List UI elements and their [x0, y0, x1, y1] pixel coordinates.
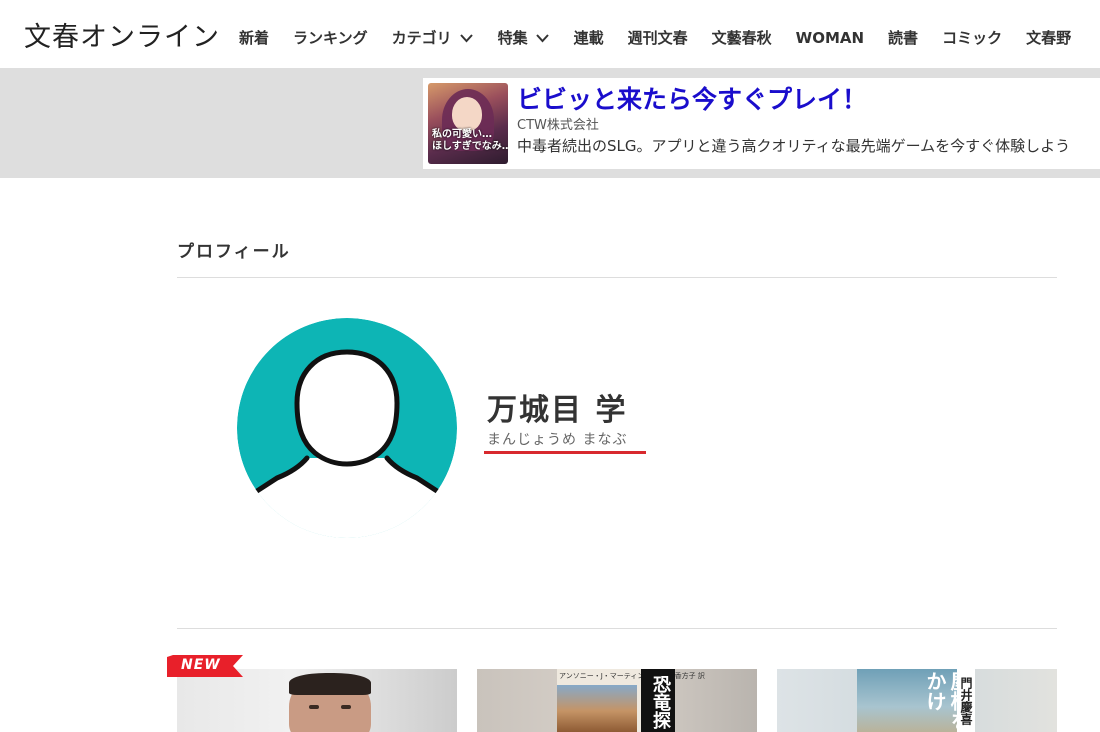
section-title: プロフィール	[177, 242, 291, 262]
nav-item-new[interactable]: 新着	[239, 27, 269, 48]
article-card[interactable]: アンソニー・J・マーティン 著 野中香方子 訳 恐竜探	[477, 669, 757, 732]
book-cover-credit: アンソニー・J・マーティン 著 野中香方子 訳	[559, 672, 705, 680]
article-card[interactable]: 屋根をかけ 門井慶喜	[777, 669, 1057, 732]
ad-thumbnail-image[interactable]: 私の可愛い… ほしすぎでなみ…	[428, 83, 508, 164]
nav-item-label: コミック	[942, 29, 1003, 47]
nav-item-label: 週刊文春	[627, 29, 688, 47]
article-thumbnail-eye	[341, 705, 351, 709]
nav-item-label: WOMAN	[795, 28, 865, 47]
nav-item-label: ランキング	[293, 29, 368, 47]
ad-banner[interactable]: 私の可愛い… ほしすぎでなみ… ビビッと来たら今すぐプレイ！ CTW株式会社 中…	[423, 78, 1100, 169]
ad-title-link[interactable]: ビビッと来たら今すぐプレイ！	[517, 80, 867, 116]
ad-band: 私の可愛い… ほしすぎでなみ… ビビッと来たら今すぐプレイ！ CTW株式会社 中…	[0, 68, 1100, 178]
ad-thumbnail-face	[452, 97, 482, 131]
nav-item-label: 連載	[573, 29, 604, 47]
book-cover-author: 門井慶喜	[957, 669, 975, 732]
chevron-down-icon	[535, 30, 550, 45]
nav-item-label: カテゴリ	[391, 29, 452, 47]
new-badge-label: NEW	[181, 657, 221, 673]
nav-item-label: 特集	[497, 29, 528, 47]
chevron-down-icon	[459, 30, 474, 45]
author-name-reading: まんじょうめ まなぶ	[487, 432, 628, 448]
divider	[177, 628, 1057, 629]
nav-item-ranking[interactable]: ランキング	[293, 27, 368, 48]
accent-underline	[484, 451, 646, 454]
book-cover-image: 屋根をかけ 門井慶喜	[857, 669, 975, 732]
divider	[177, 277, 1057, 278]
nav-item-bungeishunju[interactable]: 文藝春秋	[712, 27, 772, 48]
article-card[interactable]	[177, 669, 457, 732]
site-logo[interactable]: 文春オンライン	[24, 15, 220, 54]
nav-item-label: 文藝春秋	[711, 29, 772, 47]
nav-item-category[interactable]: カテゴリ	[392, 27, 474, 48]
nav-item-features[interactable]: 特集	[498, 27, 550, 48]
article-thumbnail-eye	[309, 705, 319, 709]
author-name: 万城目 学	[487, 393, 628, 428]
book-cover-title: 恐竜探	[641, 669, 675, 732]
nav-item-label: 読書	[888, 29, 919, 47]
book-cover-image: アンソニー・J・マーティン 著 野中香方子 訳 恐竜探	[557, 669, 705, 732]
nav-item-series[interactable]: 連載	[574, 27, 604, 48]
book-cover-photo	[557, 685, 637, 732]
avatar-placeholder-icon	[237, 318, 457, 538]
article-thumbnail-hair	[289, 673, 371, 695]
nav-item-label: 文春野	[1026, 29, 1072, 47]
ad-thumbnail-caption: 私の可愛い… ほしすぎでなみ…	[432, 129, 508, 152]
nav-item-label: 新着	[239, 29, 270, 47]
global-nav: 新着 ランキング カテゴリ 特集 連載 週刊文春 文藝春秋 WOMAN 読書 コ…	[239, 27, 1095, 48]
ad-advertiser: CTW株式会社	[517, 118, 599, 133]
nav-item-shukan-bunshun[interactable]: 週刊文春	[628, 27, 688, 48]
nav-item-woman[interactable]: WOMAN	[796, 27, 864, 48]
nav-item-comics[interactable]: コミック	[942, 27, 1002, 48]
nav-item-bunshun-no[interactable]: 文春野	[1026, 27, 1071, 48]
ad-description: 中毒者続出のSLG。アプリと違う高クオリティな最先端ゲームを今すぐ体験しよう	[517, 137, 1071, 155]
nav-item-books[interactable]: 読書	[888, 27, 918, 48]
site-header: 文春オンライン 新着 ランキング カテゴリ 特集 連載 週刊文春 文藝春秋 WO…	[0, 0, 1100, 68]
